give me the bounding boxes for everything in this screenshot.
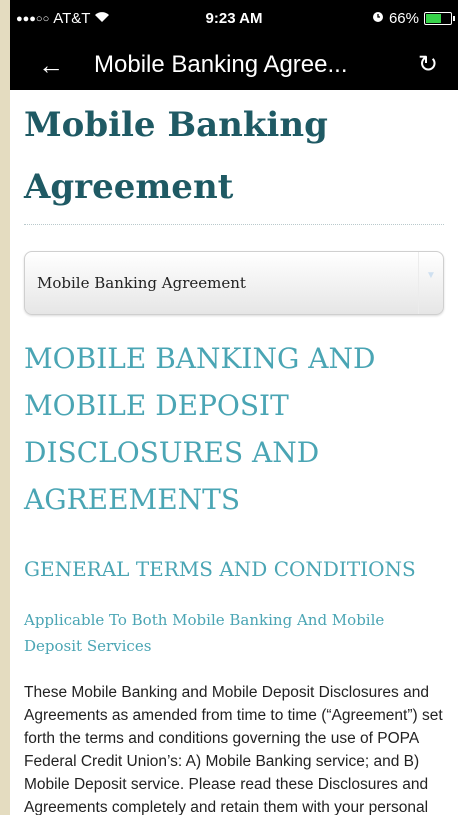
page-title: Mobile Banking Agreement: [24, 90, 444, 218]
alarm-icon: [372, 10, 384, 27]
page-title-line2: Agreement: [24, 167, 234, 207]
agreement-heading-line: DISCLOSURES AND: [24, 436, 320, 469]
page-title-line1: Mobile Banking: [24, 105, 328, 145]
section-select[interactable]: Mobile Banking Agreement ▼: [24, 251, 444, 315]
agreement-heading-line: MOBILE DEPOSIT: [24, 389, 289, 422]
general-terms-heading: GENERAL TERMS AND CONDITIONS: [24, 557, 416, 581]
back-arrow-icon[interactable]: ←: [38, 50, 64, 81]
nav-bar: ← Mobile Banking Agree... ↻: [10, 38, 458, 90]
battery-fill: [426, 14, 441, 23]
section-select-value: Mobile Banking Agreement: [37, 274, 246, 292]
agreement-body-text: These Mobile Banking and Mobile Deposit …: [24, 684, 443, 815]
nav-title: Mobile Banking Agree...: [94, 51, 348, 78]
title-divider: [24, 224, 444, 225]
applicable-subheading: Applicable To Both Mobile Banking And Mo…: [24, 611, 385, 655]
battery-icon: [424, 12, 455, 25]
chevron-down-icon: ▼: [418, 252, 443, 314]
agreement-heading-line: MOBILE BANKING AND: [24, 342, 376, 375]
agreement-heading: MOBILE BANKING AND MOBILE DEPOSIT DISCLO…: [24, 335, 444, 523]
agreement-heading-line: AGREEMENTS: [24, 483, 241, 516]
phone-screen: ●●●○○ AT&T 9:23 AM 66% ← Mobile Banking …: [10, 0, 458, 815]
status-right: 66%: [372, 10, 455, 27]
status-bar: ●●●○○ AT&T 9:23 AM 66%: [10, 0, 458, 38]
refresh-icon[interactable]: ↻: [418, 50, 438, 79]
battery-percent: 66%: [388, 10, 419, 27]
page-content: Mobile Banking Agreement Mobile Banking …: [10, 90, 458, 815]
